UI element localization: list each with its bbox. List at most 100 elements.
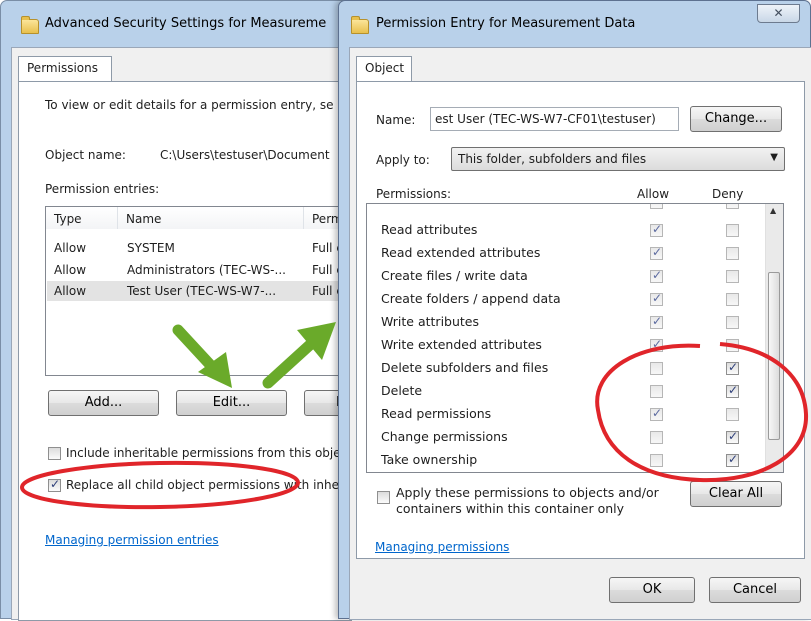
permission-row[interactable]: Write attributes bbox=[381, 310, 741, 333]
apply-to-label: Apply to: bbox=[376, 153, 430, 167]
apply-only-checkbox[interactable] bbox=[377, 491, 390, 504]
intro-text: To view or edit details for a permission… bbox=[45, 98, 334, 112]
scrollbar-thumb[interactable] bbox=[768, 272, 780, 440]
allow-checkbox[interactable] bbox=[650, 385, 663, 398]
table-row[interactable]: Allow SYSTEM Full c bbox=[47, 238, 347, 258]
include-inheritable-label: Include inheritable permissions from thi… bbox=[66, 446, 341, 460]
partial-row-top bbox=[381, 204, 741, 210]
permission-label: Take ownership bbox=[381, 452, 478, 467]
permission-row[interactable]: Read permissions bbox=[381, 402, 741, 425]
permissions-scrollbar[interactable]: ▲ bbox=[765, 204, 783, 472]
deny-checkbox[interactable] bbox=[726, 408, 739, 421]
deny-checkbox[interactable] bbox=[726, 339, 739, 352]
permission-label: Read permissions bbox=[381, 406, 492, 421]
deny-checkbox[interactable] bbox=[726, 293, 739, 306]
permissions-list[interactable]: Read attributes Read extended attributes C… bbox=[366, 203, 784, 473]
name-label: Name: bbox=[376, 113, 416, 127]
permission-entries-list[interactable]: Type Name Perm Allow SYSTEM Full c Allow… bbox=[45, 206, 355, 376]
allow-checkbox[interactable] bbox=[650, 431, 663, 444]
replace-child-permissions-checkbox[interactable] bbox=[48, 477, 61, 492]
window-title: Permission Entry for Measurement Data bbox=[376, 16, 636, 31]
allow-column-header: Allow bbox=[637, 187, 670, 201]
deny-checkbox[interactable] bbox=[726, 452, 739, 467]
permission-label: Create folders / append data bbox=[381, 291, 561, 306]
folder-icon bbox=[351, 16, 369, 34]
deny-checkbox bbox=[726, 204, 739, 209]
permission-label: Read extended attributes bbox=[381, 245, 541, 260]
apply-to-value: This folder, subfolders and files bbox=[458, 152, 647, 166]
folder-icon bbox=[21, 16, 39, 34]
chevron-down-icon: ▼ bbox=[770, 152, 778, 163]
permission-row[interactable]: Delete bbox=[381, 379, 741, 402]
deny-checkbox[interactable] bbox=[726, 270, 739, 283]
name-field[interactable]: est User (TEC-WS-W7-CF01\testuser) bbox=[430, 107, 679, 131]
managing-permission-entries-link[interactable]: Managing permission entries bbox=[45, 533, 219, 547]
add-button[interactable]: Add... bbox=[48, 390, 159, 416]
row-name: SYSTEM bbox=[127, 241, 175, 255]
title-bar[interactable]: Permission Entry for Measurement Data ✕ bbox=[339, 1, 810, 47]
deny-checkbox[interactable] bbox=[726, 224, 739, 237]
title-bar[interactable]: Advanced Security Settings for Measureme bbox=[1, 1, 349, 47]
permission-label: Delete bbox=[381, 383, 423, 398]
permission-row[interactable]: Take ownership bbox=[381, 448, 741, 471]
include-inheritable-checkbox[interactable] bbox=[48, 447, 61, 460]
permissions-label: Permissions: bbox=[376, 187, 452, 201]
permission-row[interactable]: Create folders / append data bbox=[381, 287, 741, 310]
row-name: Administrators (TEC-WS-... bbox=[127, 263, 286, 277]
deny-checkbox[interactable] bbox=[726, 383, 739, 398]
allow-checkbox[interactable] bbox=[650, 406, 663, 421]
deny-column-header: Deny bbox=[712, 187, 744, 201]
row-type: Allow bbox=[54, 263, 87, 277]
permission-label: Write attributes bbox=[381, 314, 480, 329]
row-name: Test User (TEC-WS-W7-... bbox=[127, 284, 277, 298]
apply-only-label-line2: containers within this container only bbox=[396, 501, 625, 516]
allow-checkbox[interactable] bbox=[650, 362, 663, 375]
row-type: Allow bbox=[54, 284, 87, 298]
table-row[interactable]: Allow Administrators (TEC-WS-... Full c bbox=[47, 260, 347, 280]
permission-row[interactable]: Read attributes bbox=[381, 218, 741, 241]
allow-checkbox[interactable] bbox=[650, 454, 663, 467]
apply-to-dropdown[interactable]: This folder, subfolders and files ▼ bbox=[451, 147, 785, 171]
allow-checkbox[interactable] bbox=[650, 291, 663, 306]
replace-child-permissions-label: Replace all child object permissions wit… bbox=[66, 478, 344, 492]
table-row-selected[interactable]: Allow Test User (TEC-WS-W7-... Full c bbox=[47, 281, 347, 301]
close-button[interactable]: ✕ bbox=[757, 4, 800, 23]
column-header-name[interactable]: Name bbox=[118, 207, 304, 229]
deny-checkbox[interactable] bbox=[726, 360, 739, 375]
allow-checkbox[interactable] bbox=[650, 314, 663, 329]
ok-button[interactable]: OK bbox=[609, 577, 695, 603]
permission-row[interactable]: Change permissions bbox=[381, 425, 741, 448]
advanced-security-dialog: Advanced Security Settings for Measureme… bbox=[0, 0, 364, 621]
cancel-button[interactable]: Cancel bbox=[709, 577, 801, 603]
edit-button[interactable]: Edit... bbox=[176, 390, 287, 416]
permission-label: Write extended attributes bbox=[381, 337, 542, 352]
change-button[interactable]: Change... bbox=[690, 106, 782, 132]
row-type: Allow bbox=[54, 241, 87, 255]
dialog-body: Permissions To view or edit details for … bbox=[11, 47, 364, 621]
permission-row[interactable]: Write extended attributes bbox=[381, 333, 741, 356]
permission-label: Create files / write data bbox=[381, 268, 528, 283]
permission-label: Change permissions bbox=[381, 429, 508, 444]
object-name-label: Object name: bbox=[45, 148, 126, 162]
apply-only-label-line1: Apply these permissions to objects and/o… bbox=[396, 485, 659, 500]
object-name-value: C:\Users\testuser\Document bbox=[160, 148, 330, 162]
clear-all-button[interactable]: Clear All bbox=[690, 481, 782, 507]
allow-checkbox[interactable] bbox=[650, 222, 663, 237]
tab-permissions[interactable]: Permissions bbox=[18, 56, 112, 82]
deny-checkbox[interactable] bbox=[726, 247, 739, 260]
deny-checkbox[interactable] bbox=[726, 316, 739, 329]
permission-row[interactable]: Delete subfolders and files bbox=[381, 356, 741, 379]
permission-row[interactable]: Create files / write data bbox=[381, 264, 741, 287]
column-header-type[interactable]: Type bbox=[46, 207, 118, 229]
managing-permissions-link[interactable]: Managing permissions bbox=[375, 540, 509, 554]
allow-checkbox[interactable] bbox=[650, 337, 663, 352]
scroll-up-icon[interactable]: ▲ bbox=[770, 206, 776, 215]
deny-checkbox[interactable] bbox=[726, 429, 739, 444]
permission-label: Read attributes bbox=[381, 222, 478, 237]
allow-checkbox[interactable] bbox=[650, 245, 663, 260]
allow-checkbox bbox=[650, 204, 663, 209]
tab-object[interactable]: Object bbox=[356, 56, 412, 82]
permission-entries-label: Permission entries: bbox=[45, 182, 160, 196]
allow-checkbox[interactable] bbox=[650, 268, 663, 283]
permission-row[interactable]: Read extended attributes bbox=[381, 241, 741, 264]
